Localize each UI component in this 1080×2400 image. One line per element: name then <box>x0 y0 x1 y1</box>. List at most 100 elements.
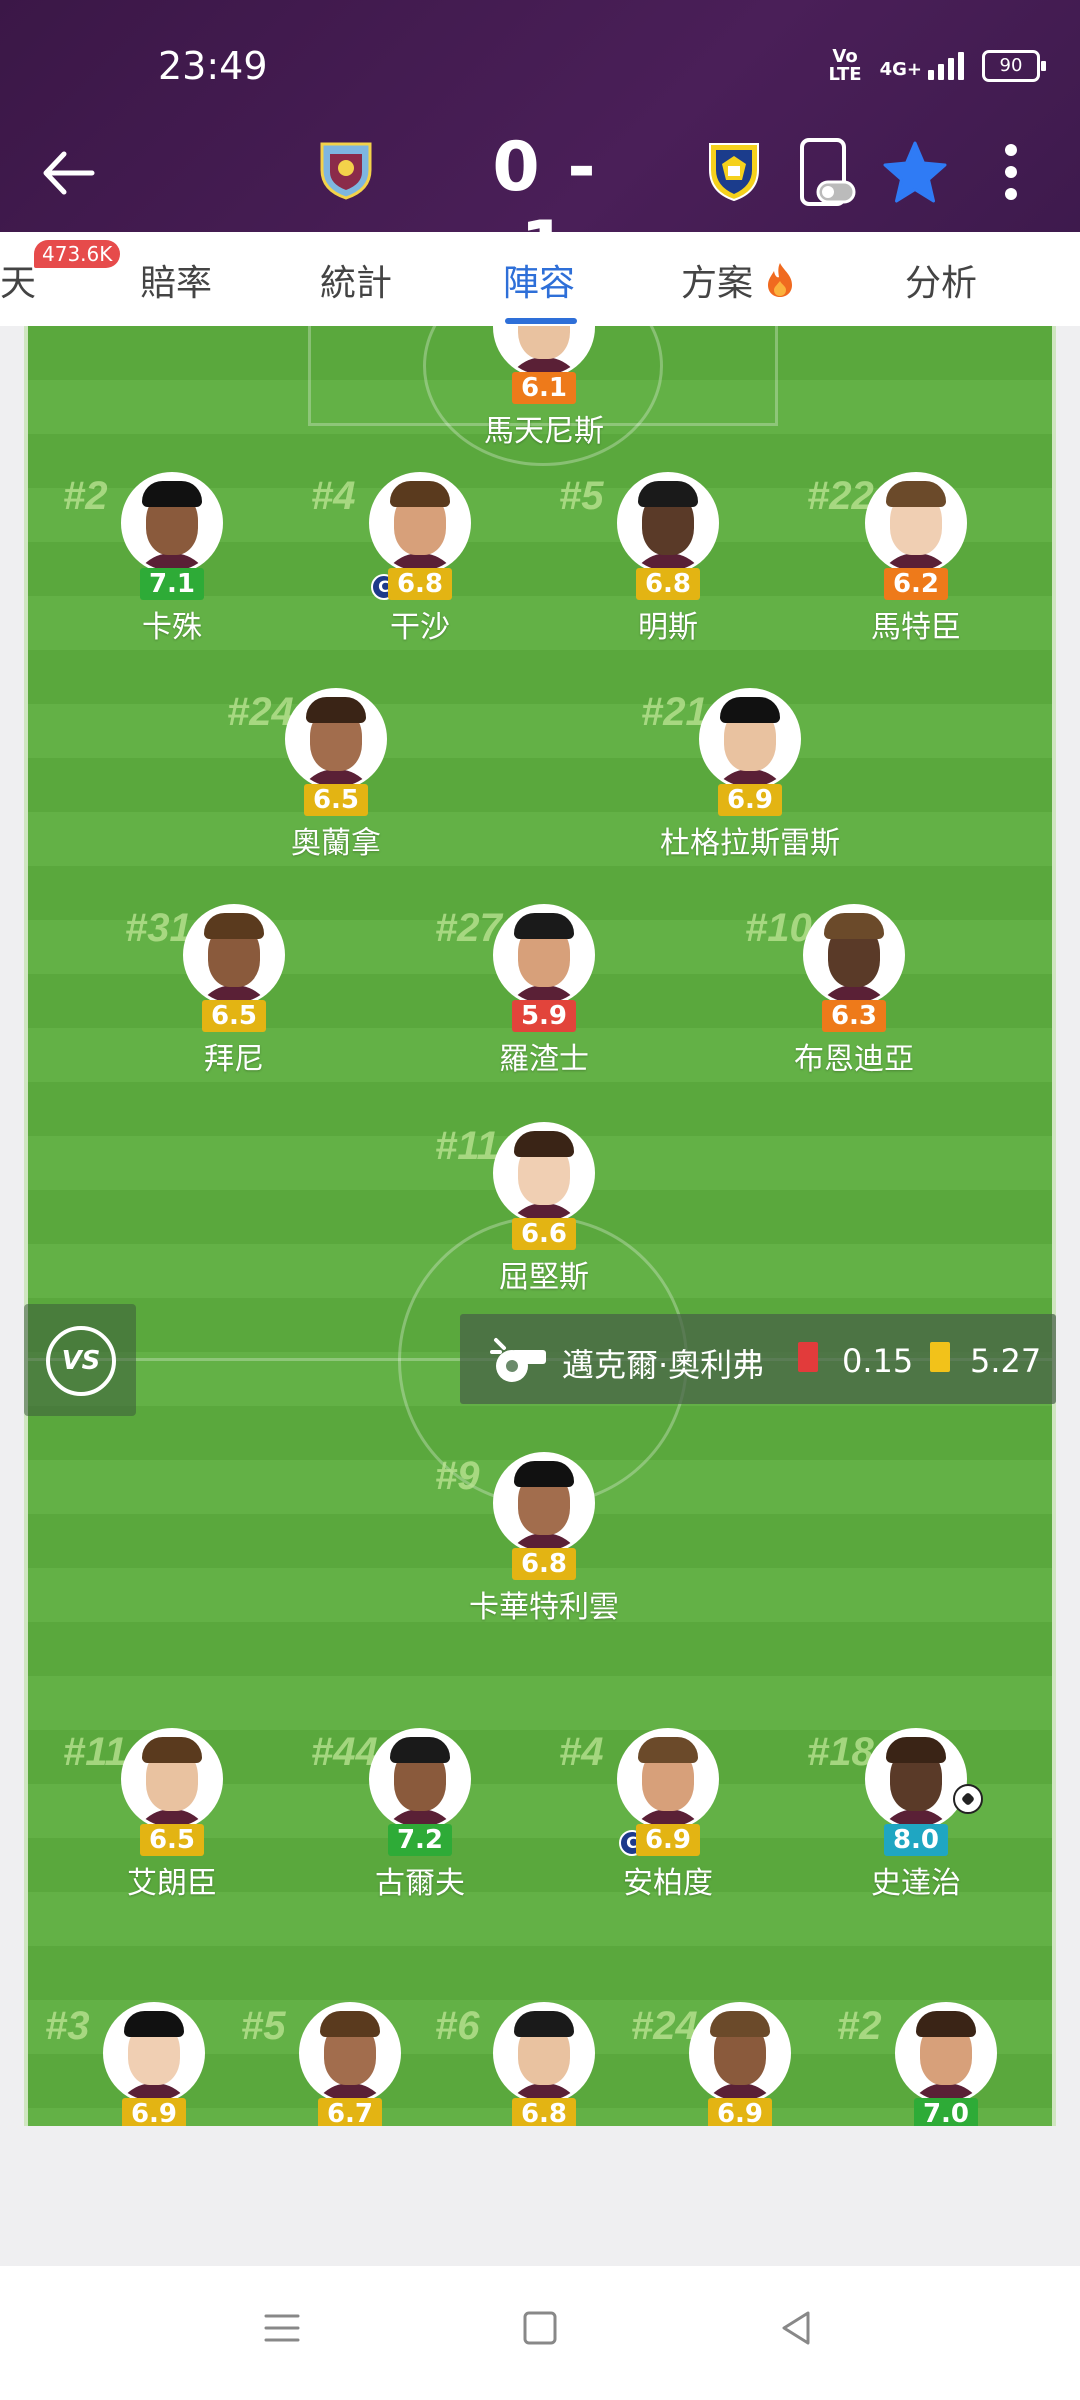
player-avatar <box>493 1452 595 1554</box>
home-icon[interactable] <box>520 2308 560 2348</box>
red-card-icon <box>798 1342 818 1372</box>
player-number: #24 <box>227 690 294 734</box>
system-nav-bar <box>0 2266 1080 2400</box>
player-avatar <box>617 472 719 574</box>
player-name: 卡華特利雲 <box>469 1590 619 1625</box>
player-card[interactable]: #9 6.8 卡華特利雲 <box>429 1452 659 1626</box>
player-card[interactable]: #11 6.6 屈堅斯 <box>429 1122 659 1296</box>
player-number: #21 <box>641 690 708 734</box>
player-avatar <box>493 326 595 378</box>
player-avatar <box>803 904 905 1006</box>
player-card[interactable]: #18 8.0 史達治 <box>801 1728 1031 1902</box>
player-card[interactable]: 6.1 馬天尼斯 <box>429 326 659 450</box>
player-avatar <box>865 472 967 574</box>
player-card[interactable]: #11 6.5 艾朗臣 <box>57 1728 287 1902</box>
player-avatar <box>493 2002 595 2104</box>
goal-scored-icon <box>953 1784 983 1814</box>
rating-row: 6.8 C <box>305 568 535 600</box>
player-rating: 6.8 <box>511 1548 577 1580</box>
player-avatar <box>121 472 223 574</box>
player-name: 明斯 <box>638 610 698 645</box>
player-number: #11 <box>435 1124 499 1168</box>
player-name: 艾朗臣 <box>127 1866 217 1901</box>
battery-icon: 90 <box>982 50 1046 82</box>
player-rating: 6.5 <box>139 1824 205 1856</box>
rating-row: 6.1 <box>429 372 659 404</box>
fire-icon <box>768 263 793 297</box>
leeds-united-crest-icon[interactable] <box>706 140 762 202</box>
player-rating: 6.5 <box>303 784 369 816</box>
signal-icon: 4G+ <box>880 52 964 80</box>
tab-lineup[interactable]: 陣容 <box>503 254 575 306</box>
player-number: #18 <box>807 1730 874 1774</box>
tab-plans[interactable]: 方案 <box>681 254 796 306</box>
player-avatar <box>183 904 285 1006</box>
status-icons: Vo LTE 4G+ 90 <box>828 46 1046 85</box>
player-avatar <box>493 904 595 1006</box>
yellow-card-average: 5.27 <box>970 1342 1042 1380</box>
rating-row: 6.8 <box>553 568 783 600</box>
menu-icon[interactable] <box>262 2308 302 2348</box>
player-card[interactable]: #22 6.2 馬特臣 <box>801 472 1031 646</box>
player-rating: 5.9 <box>511 1000 577 1032</box>
screen-mode-icon[interactable] <box>796 138 856 208</box>
aston-villa-crest-icon[interactable] <box>318 140 374 200</box>
rating-row: 7.0 <box>831 2098 1052 2126</box>
more-menu-icon[interactable] <box>996 140 1026 204</box>
vs-toggle[interactable]: VS <box>24 1304 136 1416</box>
player-avatar <box>493 1122 595 1224</box>
favorite-star-icon[interactable] <box>882 140 948 204</box>
player-card[interactable]: #21 6.9 杜格拉斯雷斯 <box>635 688 865 862</box>
tab-odds[interactable]: 賠率 <box>140 254 212 306</box>
player-card[interactable]: #10 6.3 布恩迪亞 <box>739 904 969 1078</box>
yellow-card-icon <box>930 1342 950 1372</box>
rating-row: 6.8 <box>429 1548 659 1580</box>
player-number: #31 <box>125 906 192 950</box>
player-name: 布恩迪亞 <box>794 1042 914 1077</box>
player-name: 干沙 <box>390 610 450 645</box>
player-card[interactable]: #27 5.9 羅渣士 <box>429 904 659 1078</box>
player-number: #2 <box>63 474 108 518</box>
referee-info[interactable]: 邁克爾·奧利弗 0.15 5.27 <box>460 1314 1056 1404</box>
player-rating: 6.8 <box>387 568 453 600</box>
player-card[interactable]: #24 6.9 <box>625 2002 855 2126</box>
tab-stats[interactable]: 統計 <box>320 254 392 306</box>
player-card[interactable]: #4 6.8 C 干沙 <box>305 472 535 646</box>
player-card[interactable]: #4 6.9 C 安柏度 <box>553 1728 783 1902</box>
player-number: #4 <box>559 1730 604 1774</box>
player-card[interactable]: #31 6.5 拜尼 <box>119 904 349 1078</box>
player-rating: 7.2 <box>387 1824 453 1856</box>
player-rating: 6.1 <box>511 372 577 404</box>
player-number: #3 <box>45 2004 90 2048</box>
player-name: 史達治 <box>871 1866 961 1901</box>
player-rating: 8.0 <box>883 1824 949 1856</box>
player-card[interactable]: #24 6.5 奧蘭拿 <box>221 688 451 862</box>
vs-label: VS <box>46 1326 116 1396</box>
rating-row: 6.5 <box>119 1000 349 1032</box>
player-number: #22 <box>807 474 874 518</box>
red-card-average: 0.15 <box>842 1342 914 1380</box>
player-rating: 6.9 <box>707 2098 773 2126</box>
player-avatar <box>103 2002 205 2104</box>
player-card[interactable]: #5 6.8 明斯 <box>553 472 783 646</box>
player-rating: 6.9 <box>635 1824 701 1856</box>
player-avatar <box>285 688 387 790</box>
volte-icon: Vo LTE <box>828 46 862 85</box>
player-name: 杜格拉斯雷斯 <box>660 826 840 861</box>
tab-chat[interactable]: 天 <box>0 254 36 306</box>
player-card[interactable]: #2 7.1 卡殊 <box>57 472 287 646</box>
back-icon[interactable] <box>776 2308 816 2348</box>
tab-analysis[interactable]: 分析 <box>905 254 977 306</box>
player-avatar <box>865 1728 967 1830</box>
player-name: 拜尼 <box>204 1042 264 1077</box>
back-arrow-icon[interactable] <box>34 138 104 208</box>
player-name: 古爾夫 <box>375 1866 465 1901</box>
player-card[interactable]: #2 7.0 <box>831 2002 1052 2126</box>
player-rating: 7.0 <box>913 2098 979 2126</box>
player-number: #6 <box>435 2004 480 2048</box>
player-number: #4 <box>311 474 356 518</box>
status-time: 23:49 <box>158 44 268 88</box>
player-number: #9 <box>435 1454 480 1498</box>
player-card[interactable]: #44 7.2 古爾夫 <box>305 1728 535 1902</box>
player-avatar <box>299 2002 401 2104</box>
